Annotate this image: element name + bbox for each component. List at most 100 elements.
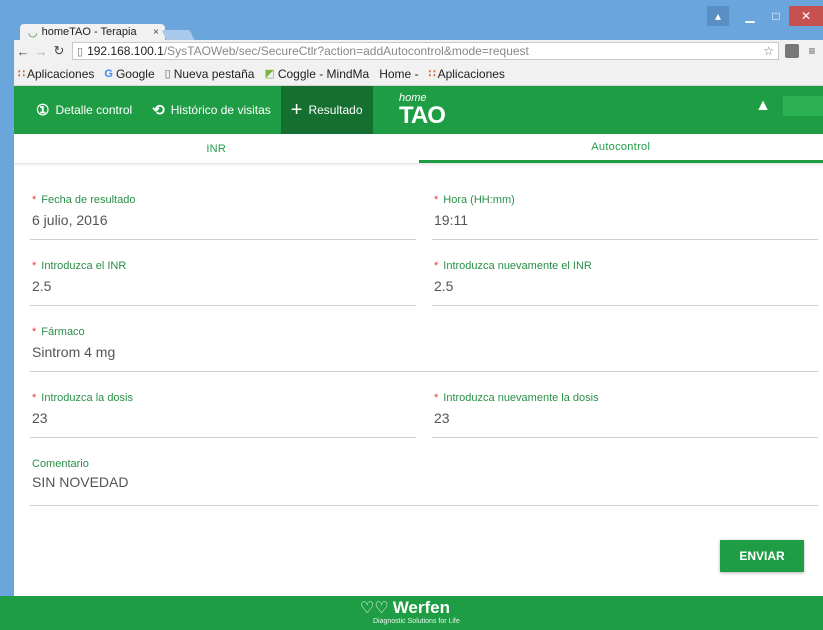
star-icon[interactable]: ☆ xyxy=(763,44,774,58)
nav-historico-visitas[interactable]: ⟲ Histórico de visitas xyxy=(142,86,281,134)
app-header: ① Detalle control ⟲ Histórico de visitas… xyxy=(14,86,823,134)
inr-confirm-label: * Introduzca nuevamente el INR xyxy=(434,260,592,272)
werfen-logo: ♡♡ Werfen xyxy=(360,598,450,618)
hora-value: 19:11 xyxy=(434,212,468,228)
bookmark-label: Coggle - MindMa xyxy=(277,66,370,81)
comentario-field[interactable]: Comentario SIN NOVEDAD xyxy=(30,458,818,506)
nav-resultado[interactable]: + Resultado xyxy=(280,86,373,134)
reload-icon[interactable]: ↻ xyxy=(50,43,68,59)
hora-label: * Hora (HH:mm) xyxy=(434,194,515,206)
dosis-confirm-field[interactable]: * Introduzca nuevamente la dosis 23 xyxy=(432,392,818,438)
coggle-icon: ◩ xyxy=(264,68,275,80)
dosis-label: * Introduzca la dosis xyxy=(32,392,133,404)
autocontrol-form: * Fecha de resultado 6 julio, 2016 * Hora … xyxy=(14,164,823,604)
window-controls: ▴ ▁ □ ✕ xyxy=(707,6,823,26)
bookmark-apps[interactable]: ∷ Aplicaciones xyxy=(18,67,94,81)
apps-icon: ∷ xyxy=(18,68,25,80)
inr-value: 2.5 xyxy=(32,278,52,294)
hora-field[interactable]: * Hora (HH:mm) 19:11 xyxy=(432,194,818,240)
page-icon: ▯ xyxy=(164,68,171,80)
nav-label: Detalle control xyxy=(55,103,133,117)
plus-icon: + xyxy=(290,98,303,121)
user-name-box xyxy=(783,96,823,116)
page-icon: ▯ xyxy=(77,45,84,58)
fecha-value: 6 julio, 2016 xyxy=(32,212,108,228)
farmaco-value: Sintrom 4 mg xyxy=(32,344,116,360)
dosis-confirm-value: 23 xyxy=(434,410,450,426)
close-tab-icon[interactable]: × xyxy=(153,27,159,38)
werfen-hearts-icon: ♡♡ xyxy=(360,600,389,617)
browser-tab[interactable]: ◡ homeTAO - Terapia × xyxy=(20,24,165,40)
footer-brand: Werfen xyxy=(392,598,450,617)
browser-window: ◡ homeTAO - Terapia × ▴ ▁ □ ✕ ← → ↻ ▯ 19… xyxy=(0,0,823,630)
history-icon: ⟲ xyxy=(152,102,165,119)
user-area[interactable]: ▲ xyxy=(755,96,823,116)
required-mark: * xyxy=(32,326,37,338)
bookmarks-bar: ∷ Aplicaciones G Google ▯ Nueva pestaña … xyxy=(14,62,823,86)
dosis-value: 23 xyxy=(32,410,48,426)
bookmark-apps-2[interactable]: ∷ Aplicaciones xyxy=(429,67,505,81)
required-mark: * xyxy=(32,260,37,272)
dosis-field[interactable]: * Introduzca la dosis 23 xyxy=(30,392,416,438)
tab-autocontrol[interactable]: Autocontrol xyxy=(418,134,823,163)
bookmark-home[interactable]: Home - xyxy=(379,67,418,81)
hora-label-text: Hora (HH:mm) xyxy=(443,194,515,206)
footer: ♡♡ Werfen Diagnostic Solutions for Life xyxy=(0,596,823,630)
bookmark-google[interactable]: G Google xyxy=(104,67,154,81)
bookmark-label: Aplicaciones xyxy=(437,66,505,81)
nav-detalle-control[interactable]: ① Detalle control xyxy=(14,86,142,134)
user-icon: ▲ xyxy=(755,97,771,114)
browser-toolbar: ← → ↻ ▯ 192.168.100.1 /SysTAOWeb/sec/Sec… xyxy=(14,40,823,62)
comentario-label: Comentario xyxy=(32,458,89,470)
inr-label: * Introduzca el INR xyxy=(32,260,126,272)
bookmark-label: Aplicaciones xyxy=(27,66,95,81)
profile-icon[interactable]: ▴ xyxy=(707,6,729,26)
bookmark-label: Home - xyxy=(379,66,419,81)
window-close-icon[interactable]: ✕ xyxy=(789,6,823,26)
address-bar[interactable]: ▯ 192.168.100.1 /SysTAOWeb/sec/SecureCtl… xyxy=(72,42,779,60)
hometao-logo: home TAO xyxy=(399,92,459,130)
required-mark: * xyxy=(434,392,439,404)
new-tab-button[interactable] xyxy=(161,30,195,40)
farmaco-label-text: Fármaco xyxy=(41,326,85,338)
tab-strip: ◡ homeTAO - Terapia × ▴ ▁ □ ✕ xyxy=(14,6,823,40)
fecha-field[interactable]: * Fecha de resultado 6 julio, 2016 xyxy=(30,194,416,240)
required-mark: * xyxy=(32,392,37,404)
inr-label-text: Introduzca el INR xyxy=(41,260,127,272)
minimize-icon[interactable]: ▁ xyxy=(737,6,763,26)
back-icon[interactable]: ← xyxy=(14,44,32,59)
fecha-label: * Fecha de resultado xyxy=(32,194,135,206)
forward-icon[interactable]: → xyxy=(32,44,50,59)
nav-label: Resultado xyxy=(308,103,363,117)
browser-content: ◡ homeTAO - Terapia × ▴ ▁ □ ✕ ← → ↻ ▯ 19… xyxy=(14,6,823,630)
inr-confirm-value: 2.5 xyxy=(434,278,454,294)
clock-one-icon: ① xyxy=(36,102,50,119)
farmaco-field[interactable]: * Fármaco Sintrom 4 mg xyxy=(30,326,818,372)
bookmark-new-tab[interactable]: ▯ Nueva pestaña xyxy=(165,67,255,81)
required-mark: * xyxy=(434,260,439,272)
loading-icon: ◡ xyxy=(28,26,38,39)
bookmark-coggle[interactable]: ◩ Coggle - MindMa xyxy=(264,67,369,81)
inr-confirm-field[interactable]: * Introduzca nuevamente el INR 2.5 xyxy=(432,260,818,306)
url-path: /SysTAOWeb/sec/SecureCtlr?action=addAuto… xyxy=(163,44,529,58)
dosis-label-text: Introduzca la dosis xyxy=(41,392,133,404)
inr-field[interactable]: * Introduzca el INR 2.5 xyxy=(30,260,416,306)
required-mark: * xyxy=(32,194,37,206)
app-page: ① Detalle control ⟲ Histórico de visitas… xyxy=(14,86,823,630)
maximize-icon[interactable]: □ xyxy=(763,6,789,26)
menu-icon[interactable]: ≡ xyxy=(805,44,819,58)
dosis-confirm-label: * Introduzca nuevamente la dosis xyxy=(434,392,599,404)
footer-tagline: Diagnostic Solutions for Life xyxy=(373,618,460,625)
required-mark: * xyxy=(434,194,439,206)
nav-label: Histórico de visitas xyxy=(170,103,271,117)
tab-inr[interactable]: INR xyxy=(14,134,419,163)
extension-icon[interactable] xyxy=(785,44,799,58)
tab-title: homeTAO - Terapia xyxy=(41,26,137,38)
url-host: 192.168.100.1 xyxy=(87,44,164,58)
inr-confirm-label-text: Introduzca nuevamente el INR xyxy=(443,260,592,272)
result-tabs: INR Autocontrol xyxy=(14,134,823,164)
enviar-button[interactable]: ENVIAR xyxy=(720,540,804,572)
apps-icon: ∷ xyxy=(428,68,436,80)
bookmark-label: Google xyxy=(115,66,155,81)
logo-tao-text: TAO xyxy=(399,102,446,129)
